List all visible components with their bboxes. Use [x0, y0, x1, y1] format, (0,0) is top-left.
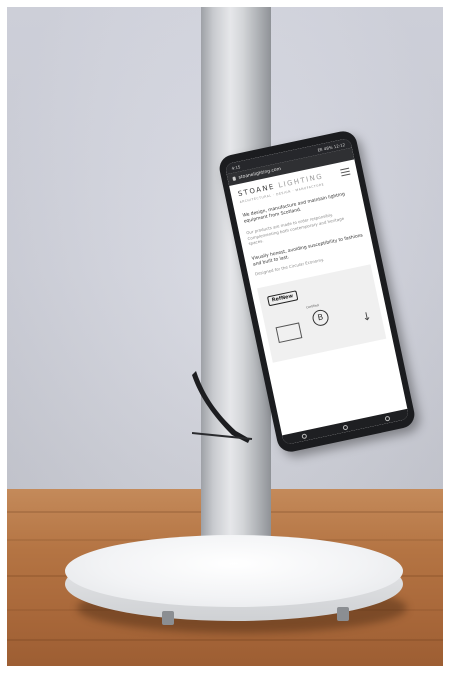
- hamburger-menu-icon[interactable]: [340, 167, 351, 176]
- certification-logos: RefNew Certified B ↓: [257, 264, 387, 364]
- lock-icon: [232, 176, 237, 182]
- scroll-down-arrow-icon[interactable]: ↓: [361, 310, 373, 325]
- status-time: 4:15: [230, 163, 241, 171]
- bcorp-label: Certified: [305, 303, 320, 310]
- certificate-badge-icon: [275, 322, 303, 344]
- home-icon[interactable]: [342, 424, 349, 430]
- recents-icon[interactable]: [384, 415, 391, 422]
- photo-scene: 4:15 EE 48% 12:12 stoanelighting.com STO…: [7, 7, 443, 666]
- bcorp-logo: B: [311, 308, 331, 328]
- base-foot: [162, 611, 174, 625]
- back-icon[interactable]: [301, 432, 308, 439]
- phone-holder-clip: [192, 371, 253, 443]
- base-foot: [337, 607, 349, 621]
- refnew-logo: RefNew: [267, 290, 299, 307]
- lamp-base: [65, 535, 403, 607]
